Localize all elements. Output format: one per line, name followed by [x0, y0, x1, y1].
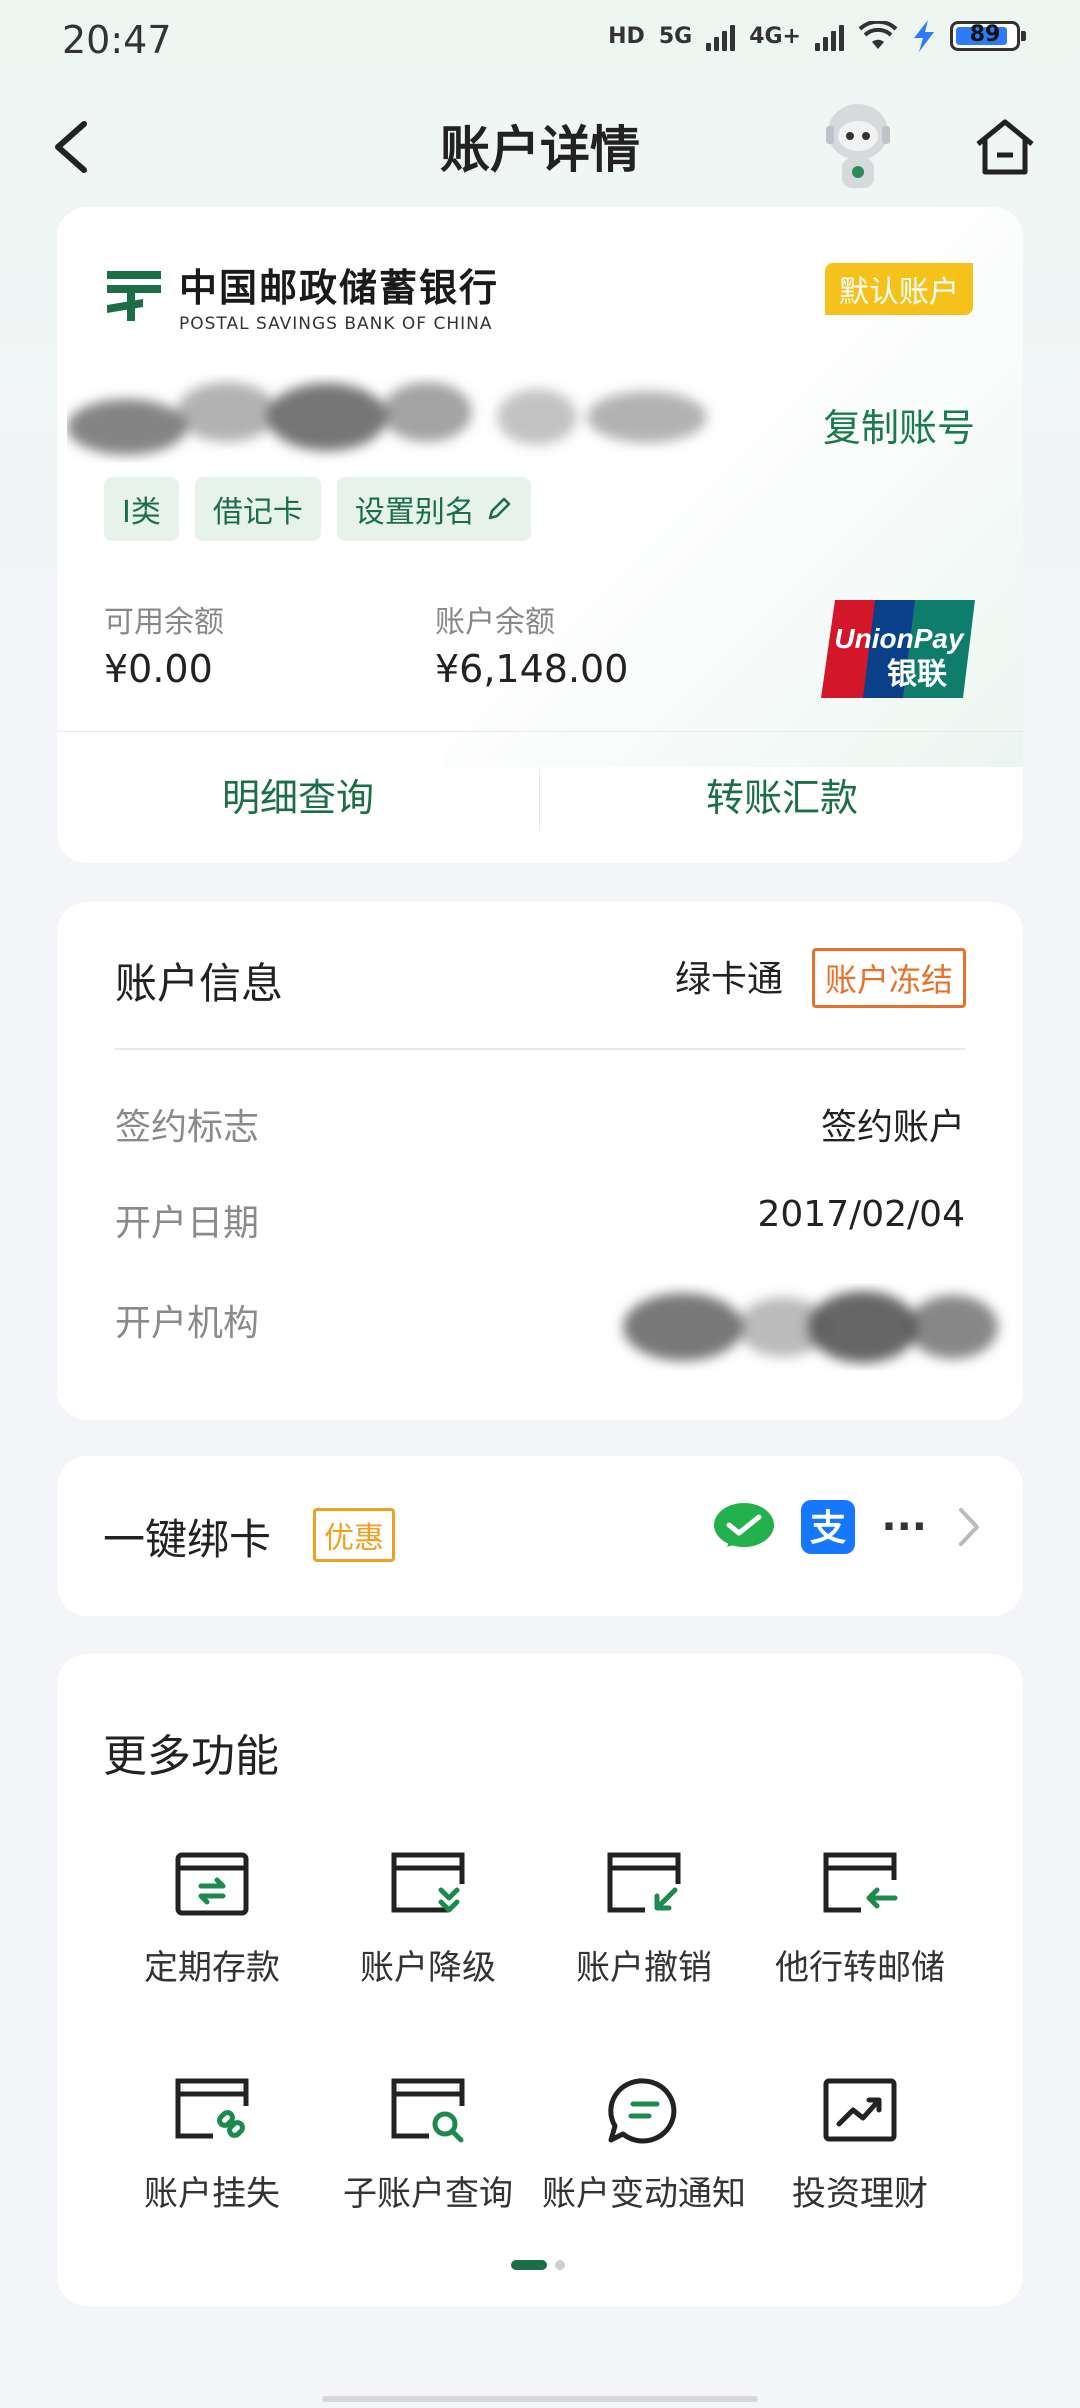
tag-debit: 借记卡 [194, 477, 321, 541]
available-balance-label: 可用余额 [104, 605, 224, 640]
investment-icon [823, 2078, 897, 2142]
account-balance-label: 账户余额 [435, 605, 555, 640]
green-card-label: 绿卡通 [674, 959, 783, 1000]
wifi-icon [858, 21, 898, 49]
hd-indicator: HD [608, 23, 645, 49]
transfer-in-icon [823, 1852, 898, 1913]
postal-bank-logo-icon [107, 270, 161, 321]
account-balance-value: ¥6,148.00 [435, 647, 629, 691]
set-alias-button[interactable]: 设置别名 [336, 477, 531, 541]
svg-text:支: 支 [810, 1508, 846, 1549]
more-functions-title: 更多功能 [103, 1731, 279, 1782]
unionpay-cn: 银联 [887, 657, 947, 692]
open-date-value: 2017/02/04 [757, 1194, 966, 1235]
bank-logo: 中国邮政储蓄银行 POSTAL SAVINGS BANK OF CHINA [103, 257, 499, 334]
promo-badge: 优惠 [313, 1508, 395, 1562]
network-5g-label: 5G [658, 23, 693, 49]
masked-branch-name [623, 1291, 998, 1363]
bank-name-en: POSTAL SAVINGS BANK OF CHINA [179, 314, 493, 334]
bind-platforms: 支 ··· [713, 1500, 983, 1554]
detail-query-button[interactable]: 明细查询 [57, 767, 539, 822]
function-label: 账户降级 [360, 1948, 496, 1988]
unionpay-logo: UnionPay 银联 [821, 600, 975, 698]
sign-flag-value: 签约账户 [820, 1107, 965, 1148]
divider [57, 731, 1023, 732]
divider [539, 769, 540, 831]
signal-icon-2 [815, 21, 844, 51]
available-balance-value: ¥0.00 [104, 647, 213, 691]
function-sub-account-search[interactable]: 子账户查询 [313, 2076, 543, 2215]
home-indicator[interactable] [322, 2396, 758, 2402]
pencil-icon [488, 497, 511, 520]
function-report-loss[interactable]: 账户挂失 [97, 2076, 327, 2215]
signal-icon [706, 21, 736, 51]
transfer-button[interactable]: 转账汇款 [541, 767, 1023, 822]
notification-icon [608, 2078, 677, 2144]
open-branch-label: 开户机构 [115, 1303, 260, 1344]
status-bar-icons: HD 5G 4G+ 89 [608, 20, 1026, 52]
set-alias-label: 设置别名 [354, 495, 475, 530]
page-indicator [511, 2260, 565, 2270]
page-dot [555, 2260, 565, 2270]
more-platforms-icon: ··· [881, 1504, 927, 1550]
default-account-badge: 默认账户 [825, 263, 973, 315]
masked-account-number [67, 382, 707, 455]
function-label: 子账户查询 [343, 2174, 513, 2214]
network-4g-label: 4G+ [749, 23, 801, 49]
function-transfer-in[interactable]: 他行转邮储 [745, 1850, 975, 1989]
copy-account-button[interactable]: 复制账号 [823, 397, 975, 452]
function-investment[interactable]: 投资理财 [745, 2076, 975, 2215]
function-label: 他行转邮储 [775, 1948, 945, 1988]
charging-icon [914, 20, 934, 52]
home-icon[interactable] [970, 112, 1040, 182]
account-card: 中国邮政储蓄银行 POSTAL SAVINGS BANK OF CHINA 默认… [57, 207, 1023, 863]
sub-account-search-icon [391, 2078, 465, 2143]
account-info-title: 账户信息 [115, 959, 284, 1008]
chevron-right-icon [959, 1508, 979, 1546]
page-dot-active [511, 2260, 547, 2270]
wechat-icon [714, 1503, 775, 1547]
account-info-card: 账户信息 绿卡通 账户冻结 签约标志 签约账户 开户日期 2017/02/04 … [57, 902, 1023, 1420]
quick-bind-card[interactable]: 一键绑卡 优惠 支 ··· [57, 1456, 1023, 1616]
account-downgrade-icon [391, 1852, 465, 1913]
function-account-downgrade[interactable]: 账户降级 [313, 1850, 543, 1989]
account-tags: I类 借记卡 设置别名 [104, 477, 531, 541]
robot-assistant-icon[interactable] [808, 96, 908, 196]
tag-class: I类 [104, 477, 179, 541]
account-cancel-icon [607, 1852, 681, 1913]
sign-flag-label: 签约标志 [115, 1107, 260, 1148]
function-label: 投资理财 [792, 2174, 928, 2214]
function-fixed-deposit[interactable]: 定期存款 [97, 1850, 327, 1989]
bank-name-cn: 中国邮政储蓄银行 [179, 266, 500, 310]
function-account-cancel[interactable]: 账户撤销 [529, 1850, 759, 1989]
unionpay-en: UnionPay [834, 623, 965, 654]
quick-bind-title: 一键绑卡 [103, 1515, 272, 1564]
battery-icon: 89 [950, 21, 1026, 51]
report-loss-icon [175, 2078, 249, 2139]
frozen-badge: 账户冻结 [811, 948, 966, 1008]
function-label: 账户撤销 [576, 1948, 712, 1988]
function-label: 定期存款 [144, 1948, 280, 1988]
battery-level: 89 [969, 22, 1001, 47]
divider [115, 1048, 965, 1050]
status-time: 20:47 [62, 18, 172, 62]
alipay-icon: 支 [801, 1500, 856, 1554]
function-label: 账户挂失 [144, 2174, 280, 2214]
function-label: 账户变动通知 [542, 2174, 746, 2214]
page-title: 账户详情 [440, 121, 640, 179]
open-date-label: 开户日期 [115, 1203, 260, 1244]
function-account-notification[interactable]: 账户变动通知 [529, 2076, 759, 2215]
more-functions-card: 更多功能 定期存款 账户降级 账户撤销 他行转邮储 账户挂失 子账户查询 账户变… [57, 1654, 1023, 2306]
fixed-deposit-icon [175, 1852, 249, 1916]
